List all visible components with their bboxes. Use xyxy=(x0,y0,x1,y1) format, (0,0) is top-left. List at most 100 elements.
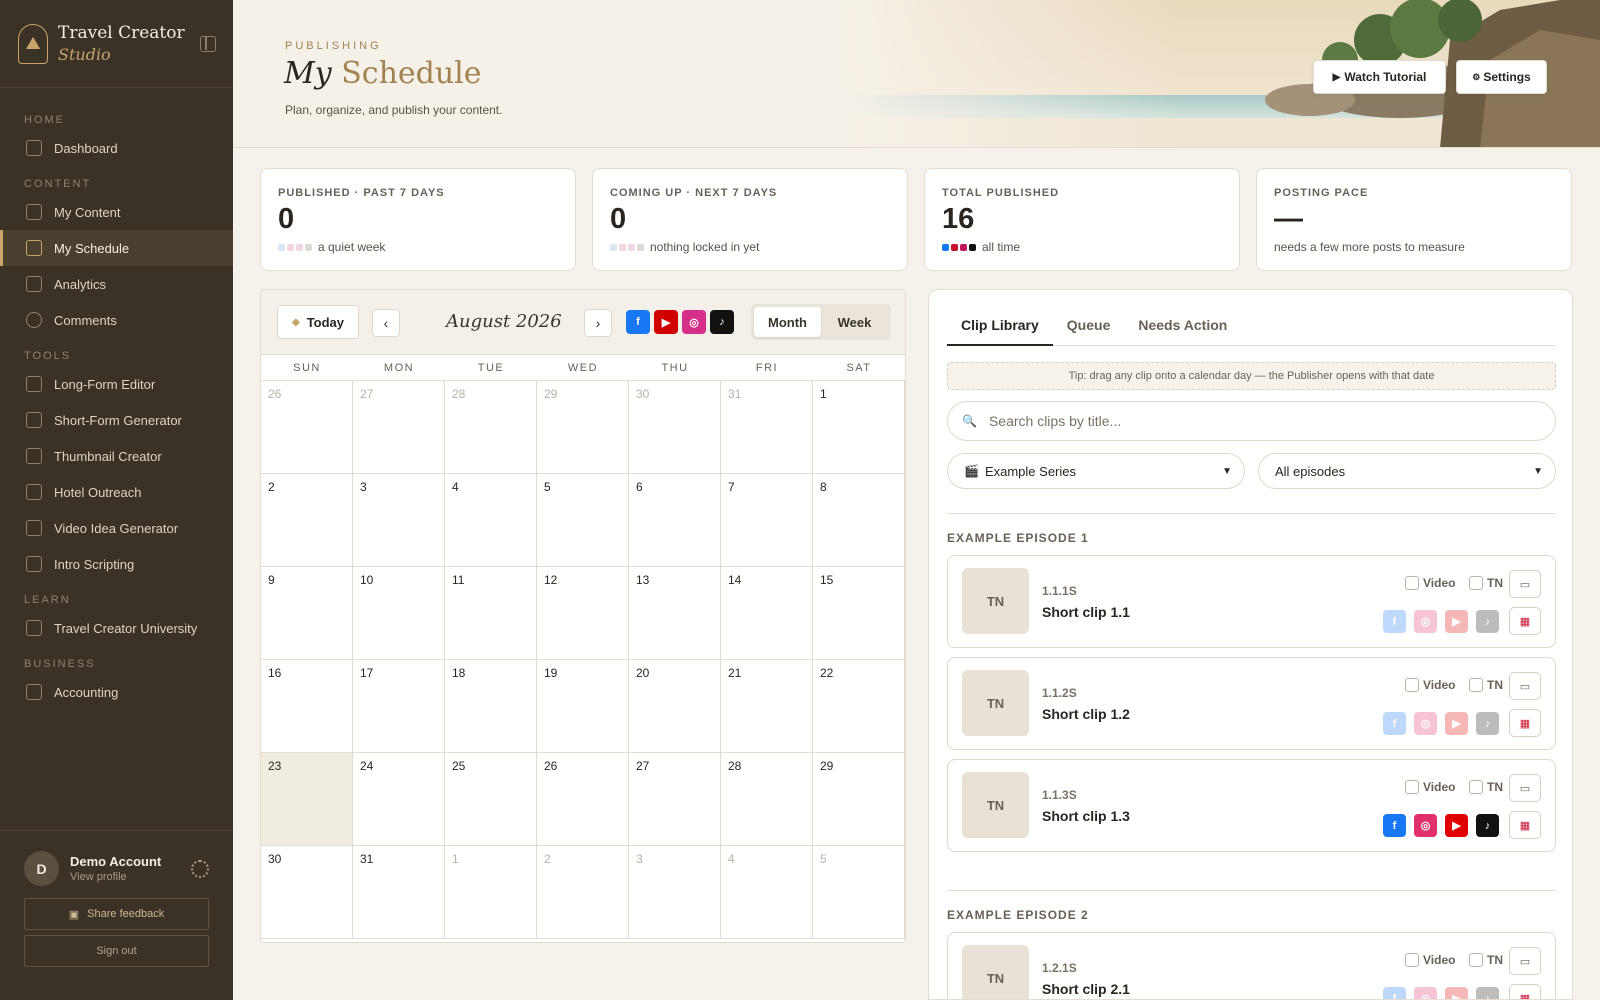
sidebar-item-comments[interactable]: Comments xyxy=(0,302,233,338)
clip-card[interactable]: TN 1.1.2S Short clip 1.2 Video TN ▭ f ◎ … xyxy=(947,657,1556,750)
tab-queue[interactable]: Queue xyxy=(1053,308,1125,346)
clip-card[interactable]: TN 1.1.3S Short clip 1.3 Video TN ▭ f ◎ … xyxy=(947,759,1556,852)
calendar-day[interactable]: 29 xyxy=(813,753,905,846)
calendar-day[interactable]: 5 xyxy=(537,474,629,567)
calendar-day[interactable]: 26 xyxy=(537,753,629,846)
calendar-day[interactable]: 2 xyxy=(261,474,353,567)
search-input[interactable] xyxy=(988,413,1509,429)
calendar-day[interactable]: 21 xyxy=(721,660,813,753)
avatar[interactable]: D xyxy=(24,851,59,886)
calendar-day[interactable]: 7 xyxy=(721,474,813,567)
prev-month-button[interactable]: ‹ xyxy=(372,309,400,337)
view-profile-link[interactable]: View profile xyxy=(70,871,161,883)
instagram-icon[interactable]: ◎ xyxy=(1414,987,1437,999)
calendar-day[interactable]: 25 xyxy=(445,753,537,846)
calendar-day[interactable]: 28 xyxy=(445,381,537,474)
youtube-filter-icon[interactable]: ▶ xyxy=(654,310,678,334)
calendar-day[interactable]: 28 xyxy=(721,753,813,846)
calendar-day[interactable]: 30 xyxy=(629,381,721,474)
facebook-filter-icon[interactable]: f xyxy=(626,310,650,334)
calendar-day[interactable]: 13 xyxy=(629,567,721,660)
tn-checkbox[interactable]: TN xyxy=(1469,780,1503,794)
calendar-day[interactable]: 31 xyxy=(721,381,813,474)
youtube-icon[interactable]: ▶ xyxy=(1445,987,1468,999)
tiktok-filter-icon[interactable]: ♪ xyxy=(710,310,734,334)
calendar-day[interactable]: 26 xyxy=(261,381,353,474)
next-month-button[interactable]: › xyxy=(584,309,612,337)
calendar-day[interactable]: 27 xyxy=(353,381,445,474)
schedule-calendar-icon[interactable]: ▦ xyxy=(1509,811,1541,839)
schedule-calendar-icon[interactable]: ▦ xyxy=(1509,709,1541,737)
sidebar-item-dashboard[interactable]: Dashboard xyxy=(0,130,233,166)
today-button[interactable]: ◆ Today xyxy=(277,305,359,339)
tn-checkbox[interactable]: TN xyxy=(1469,678,1503,692)
instagram-icon[interactable]: ◎ xyxy=(1414,610,1437,633)
facebook-icon[interactable]: f xyxy=(1383,814,1406,837)
calendar-day[interactable]: 1 xyxy=(445,846,537,939)
calendar-day[interactable]: 22 xyxy=(813,660,905,753)
folder-icon[interactable]: ▭ xyxy=(1509,570,1541,598)
tiktok-icon[interactable]: ♪ xyxy=(1476,987,1499,999)
tn-checkbox[interactable]: TN xyxy=(1469,953,1503,967)
sidebar-item-university[interactable]: Travel Creator University xyxy=(0,610,233,646)
calendar-day[interactable]: 29 xyxy=(537,381,629,474)
calendar-day[interactable]: 4 xyxy=(721,846,813,939)
youtube-icon[interactable]: ▶ xyxy=(1445,712,1468,735)
calendar-day[interactable]: 18 xyxy=(445,660,537,753)
calendar-day[interactable]: 20 xyxy=(629,660,721,753)
sidebar-item-accounting[interactable]: Accounting xyxy=(0,674,233,710)
sidebar-item-analytics[interactable]: Analytics xyxy=(0,266,233,302)
calendar-day[interactable]: 24 xyxy=(353,753,445,846)
tiktok-icon[interactable]: ♪ xyxy=(1476,610,1499,633)
sidebar-item-my-schedule[interactable]: My Schedule xyxy=(0,230,233,266)
series-select[interactable]: 🎬 Example Series ▼ xyxy=(947,453,1245,489)
view-month-button[interactable]: Month xyxy=(754,307,821,337)
folder-icon[interactable]: ▭ xyxy=(1509,774,1541,802)
calendar-day[interactable]: 27 xyxy=(629,753,721,846)
calendar-day[interactable]: 12 xyxy=(537,567,629,660)
youtube-icon[interactable]: ▶ xyxy=(1445,610,1468,633)
schedule-calendar-icon[interactable]: ▦ xyxy=(1509,607,1541,635)
sidebar-item-intro-scripting[interactable]: Intro Scripting xyxy=(0,546,233,582)
gear-icon[interactable] xyxy=(191,859,209,878)
calendar-day[interactable]: 15 xyxy=(813,567,905,660)
calendar-day[interactable]: 19 xyxy=(537,660,629,753)
calendar-day[interactable]: 30 xyxy=(261,846,353,939)
sidebar-item-my-content[interactable]: My Content xyxy=(0,194,233,230)
instagram-icon[interactable]: ◎ xyxy=(1414,712,1437,735)
calendar-day[interactable]: 2 xyxy=(537,846,629,939)
tiktok-icon[interactable]: ♪ xyxy=(1476,814,1499,837)
tab-needs-action[interactable]: Needs Action xyxy=(1124,308,1241,346)
facebook-icon[interactable]: f xyxy=(1383,712,1406,735)
calendar-day[interactable]: 9 xyxy=(261,567,353,660)
calendar-day[interactable]: 1 xyxy=(813,381,905,474)
sidebar-item-thumbnail-creator[interactable]: Thumbnail Creator xyxy=(0,438,233,474)
calendar-day[interactable]: 10 xyxy=(353,567,445,660)
share-feedback-button[interactable]: ▣ Share feedback xyxy=(24,898,209,930)
calendar-day[interactable]: 8 xyxy=(813,474,905,567)
view-week-button[interactable]: Week xyxy=(821,307,888,337)
tab-clip-library[interactable]: Clip Library xyxy=(947,308,1053,346)
calendar-day[interactable]: 14 xyxy=(721,567,813,660)
instagram-icon[interactable]: ◎ xyxy=(1414,814,1437,837)
calendar-day-today[interactable]: 23 xyxy=(261,753,353,846)
calendar-day[interactable]: 16 xyxy=(261,660,353,753)
tn-checkbox[interactable]: TN xyxy=(1469,576,1503,590)
calendar-day[interactable]: 3 xyxy=(629,846,721,939)
calendar-day[interactable]: 3 xyxy=(353,474,445,567)
collapse-sidebar-icon[interactable] xyxy=(200,36,216,52)
sidebar-item-long-form-editor[interactable]: Long-Form Editor xyxy=(0,366,233,402)
sidebar-item-hotel-outreach[interactable]: Hotel Outreach xyxy=(0,474,233,510)
video-checkbox[interactable]: Video xyxy=(1405,780,1455,794)
youtube-icon[interactable]: ▶ xyxy=(1445,814,1468,837)
calendar-day[interactable]: 6 xyxy=(629,474,721,567)
video-checkbox[interactable]: Video xyxy=(1405,576,1455,590)
sidebar-item-video-idea-generator[interactable]: Video Idea Generator xyxy=(0,510,233,546)
sign-out-button[interactable]: Sign out xyxy=(24,935,209,967)
folder-icon[interactable]: ▭ xyxy=(1509,672,1541,700)
video-checkbox[interactable]: Video xyxy=(1405,678,1455,692)
calendar-day[interactable]: 4 xyxy=(445,474,537,567)
calendar-day[interactable]: 17 xyxy=(353,660,445,753)
facebook-icon[interactable]: f xyxy=(1383,610,1406,633)
folder-icon[interactable]: ▭ xyxy=(1509,947,1541,975)
